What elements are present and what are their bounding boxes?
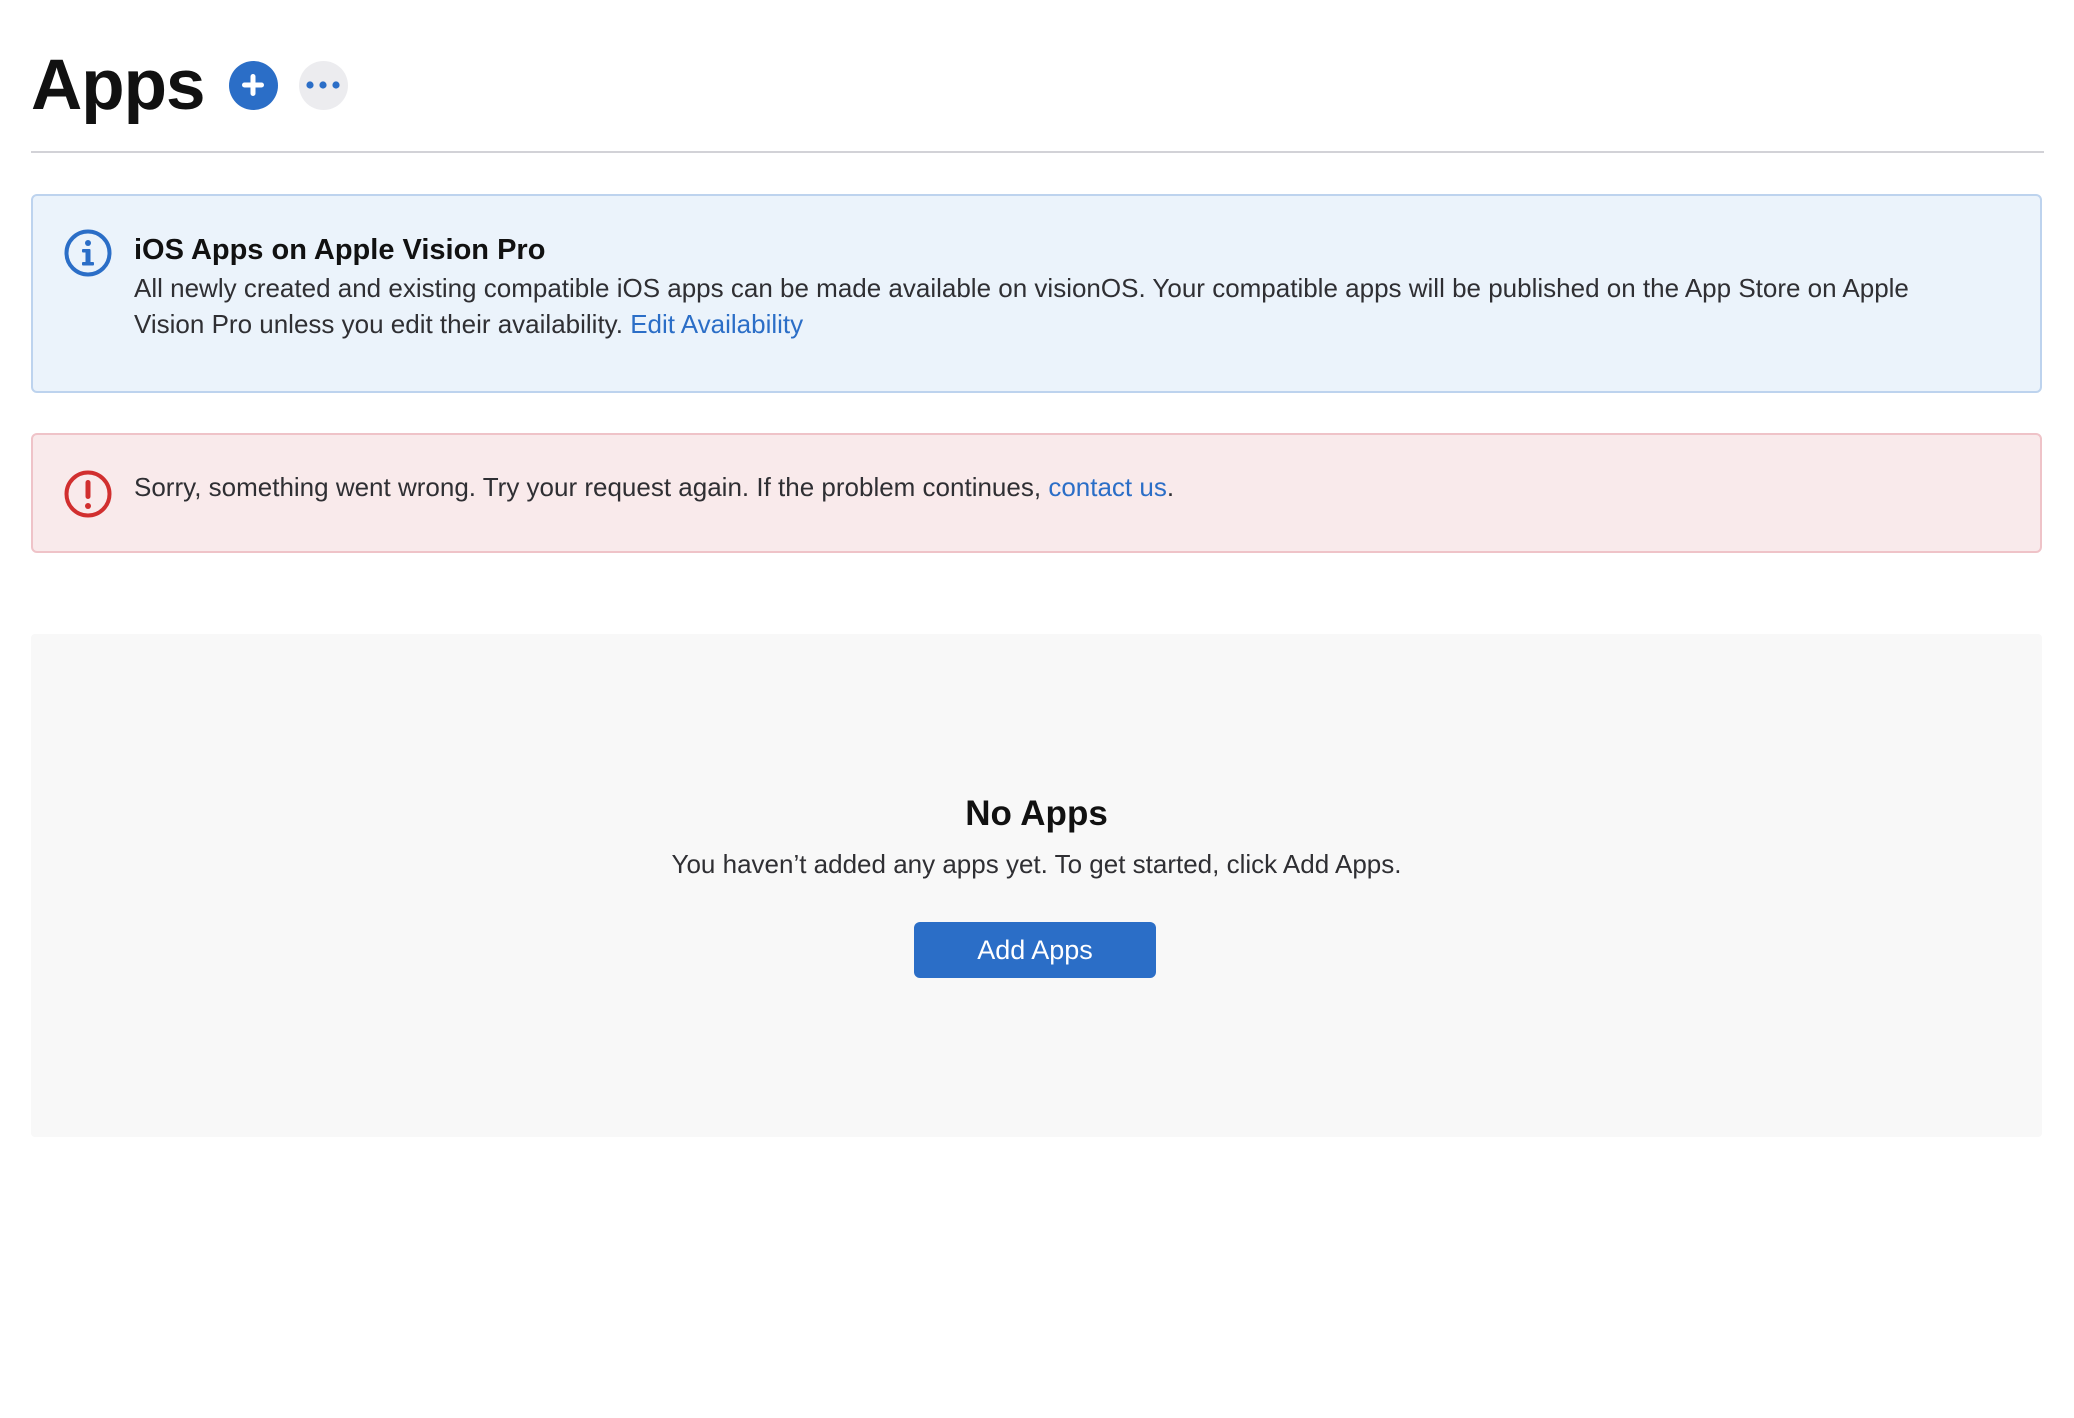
page-title: Apps — [31, 45, 205, 125]
exclamation-icon — [64, 470, 112, 518]
info-alert: iOS Apps on Apple Vision Pro All newly c… — [31, 194, 2042, 393]
header-divider — [31, 151, 2044, 153]
more-options-button[interactable] — [298, 60, 348, 110]
apps-page: Apps iOS Apps on Apple Vision Pro All ne… — [0, 0, 2074, 1418]
edit-availability-link[interactable]: Edit Availability — [630, 309, 803, 339]
info-alert-body: All newly created and existing compatibl… — [134, 273, 1909, 339]
info-icon — [64, 229, 112, 277]
error-alert-body: Sorry, something went wrong. Try your re… — [134, 472, 1042, 502]
error-alert-period: . — [1166, 472, 1175, 502]
empty-state-title: No Apps — [965, 794, 1108, 833]
add-apps-button[interactable]: Add Apps — [914, 922, 1156, 978]
ellipsis-icon — [306, 81, 340, 89]
page-header: Apps — [31, 40, 348, 130]
add-app-button[interactable] — [228, 60, 278, 110]
contact-us-link[interactable]: contact us — [1048, 472, 1167, 502]
error-alert-message: Sorry, something went wrong. Try your re… — [134, 469, 1980, 505]
empty-state-description: You haven’t added any apps yet. To get s… — [671, 849, 1402, 879]
empty-state-panel: No Apps You haven’t added any apps yet. … — [31, 634, 2042, 1137]
info-alert-message: All newly created and existing compatibl… — [134, 270, 1980, 342]
info-alert-content: iOS Apps on Apple Vision Pro All newly c… — [134, 230, 1980, 342]
error-alert: Sorry, something went wrong. Try your re… — [31, 433, 2042, 553]
plus-icon — [242, 74, 264, 96]
info-alert-title: iOS Apps on Apple Vision Pro — [134, 234, 546, 266]
